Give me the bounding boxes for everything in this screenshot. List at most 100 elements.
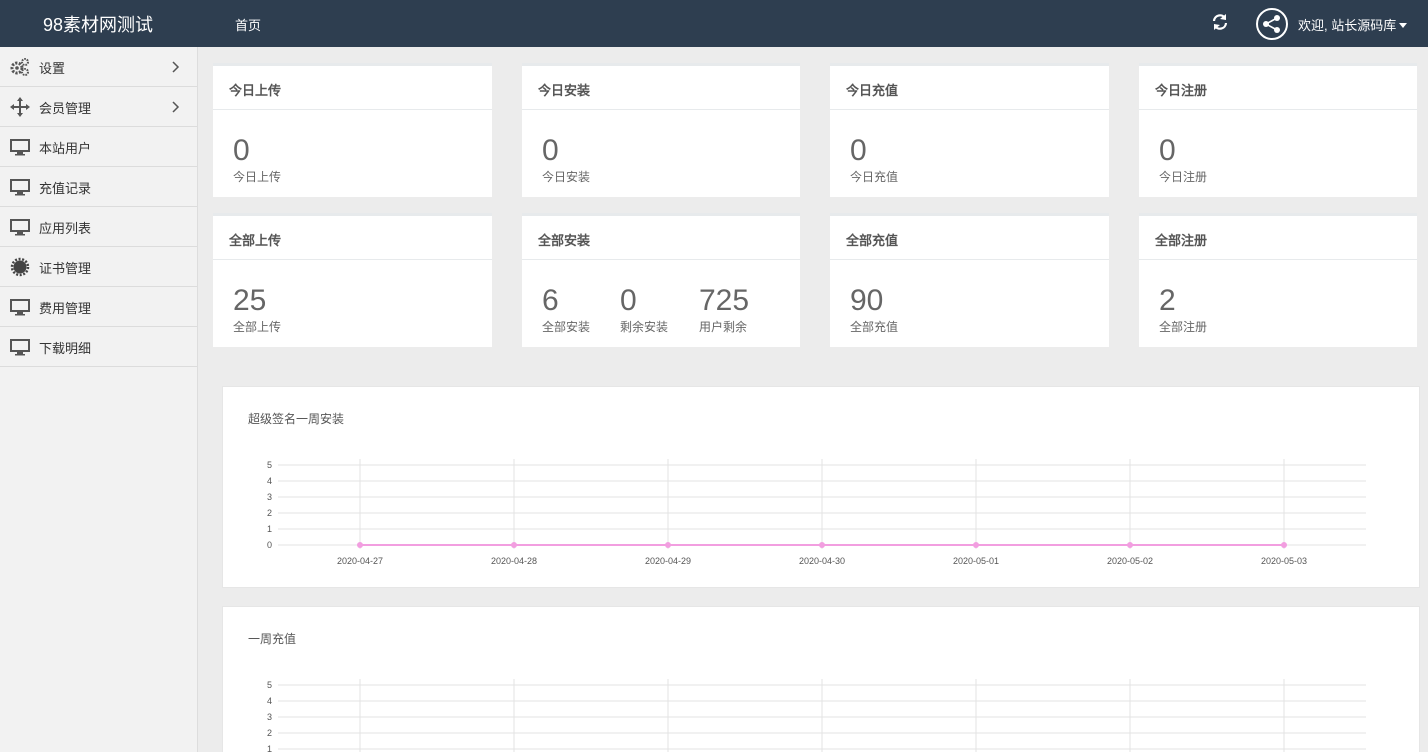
y-tick-label: 5 bbox=[267, 680, 272, 690]
stat-label: 今日安装 bbox=[542, 170, 591, 184]
card-today-upload: 今日上传 0 今日上传 bbox=[213, 63, 492, 197]
gears-icon bbox=[10, 57, 30, 77]
welcome-text: 欢迎, 站长源码库 bbox=[1298, 18, 1397, 33]
y-tick-label: 5 bbox=[267, 460, 272, 470]
stat-value: 0 bbox=[233, 134, 250, 167]
sidebar-item-label: 充值记录 bbox=[39, 181, 92, 196]
sidebar-item-label: 本站用户 bbox=[39, 141, 92, 156]
y-tick-label: 1 bbox=[267, 524, 272, 534]
top-navbar: 98素材网测试 首页 欢迎, 站长源码库 bbox=[0, 0, 1428, 47]
x-tick-label: 2020-05-02 bbox=[1107, 556, 1153, 566]
stat-value: 0 bbox=[1159, 134, 1176, 167]
data-point bbox=[1127, 542, 1133, 548]
monitor-icon bbox=[10, 337, 30, 357]
chart-panel-weekly-recharge: 一周充值 123452020-04-272020-04-282020-04-29… bbox=[222, 606, 1420, 752]
data-point bbox=[357, 542, 363, 548]
nav-home-link[interactable]: 首页 bbox=[235, 15, 261, 34]
y-tick-label: 2 bbox=[267, 508, 272, 518]
y-tick-label: 0 bbox=[267, 540, 272, 550]
card-all-upload: 全部上传 25 全部上传 bbox=[213, 213, 492, 347]
y-tick-label: 2 bbox=[267, 728, 272, 738]
card-today-install: 今日安装 0 今日安装 bbox=[522, 63, 800, 197]
data-point bbox=[665, 542, 671, 548]
stat: 25 全部上传 bbox=[233, 286, 281, 335]
sidebar-item-label: 应用列表 bbox=[39, 221, 92, 236]
stat-value: 90 bbox=[850, 284, 884, 317]
sidebar-item-settings[interactable]: 设置 bbox=[0, 47, 197, 87]
stat-installs: 6 全部安装 bbox=[542, 286, 590, 335]
stat: 2 全部注册 bbox=[1159, 286, 1207, 335]
sidebar-item-label: 证书管理 bbox=[39, 261, 92, 276]
data-point bbox=[973, 542, 979, 548]
sidebar-item-label: 会员管理 bbox=[39, 101, 92, 116]
stat: 0 今日上传 bbox=[233, 136, 281, 185]
y-tick-label: 4 bbox=[267, 696, 272, 706]
stat: 0 今日注册 bbox=[1159, 136, 1207, 185]
stat-label: 剩余安装 bbox=[620, 320, 669, 334]
y-tick-label: 4 bbox=[267, 476, 272, 486]
y-tick-label: 3 bbox=[267, 492, 272, 502]
x-tick-label: 2020-05-01 bbox=[953, 556, 999, 566]
card-all-install: 全部安装 6 全部安装 0 剩余安装 725 用户剩余 bbox=[522, 213, 800, 347]
stat: 90 全部充值 bbox=[850, 286, 898, 335]
y-tick-label: 1 bbox=[267, 744, 272, 752]
sidebar-item-label: 费用管理 bbox=[39, 301, 92, 316]
certificate-icon bbox=[10, 257, 30, 277]
card-all-recharge: 全部充值 90 全部充值 bbox=[830, 213, 1109, 347]
chart-panel-weekly-install: 超级签名一周安装 0 1 2 3 4 5 2020-04-27 2020-04-28 2020-… bbox=[222, 386, 1420, 588]
stat-value: 25 bbox=[233, 284, 267, 317]
card-title: 今日充值 bbox=[830, 66, 1109, 110]
card-title: 全部上传 bbox=[213, 216, 492, 260]
sidebar-item-app-list[interactable]: 应用列表 bbox=[0, 207, 197, 247]
stat-value: 2 bbox=[1159, 284, 1176, 317]
card-title: 全部充值 bbox=[830, 216, 1109, 260]
stat-label: 今日注册 bbox=[1159, 170, 1208, 184]
card-today-register: 今日注册 0 今日注册 bbox=[1139, 63, 1417, 197]
data-point bbox=[1281, 542, 1287, 548]
share-avatar-icon[interactable] bbox=[1256, 8, 1288, 40]
x-tick-label: 2020-04-30 bbox=[799, 556, 845, 566]
sidebar-item-member-management[interactable]: 会员管理 bbox=[0, 87, 197, 127]
stat-value: 6 bbox=[542, 284, 559, 317]
stat-value: 0 bbox=[850, 134, 867, 167]
card-title: 全部安装 bbox=[522, 216, 800, 260]
sidebar-item-site-users[interactable]: 本站用户 bbox=[0, 127, 197, 167]
stat-value: 725 bbox=[699, 284, 750, 317]
card-all-register: 全部注册 2 全部注册 bbox=[1139, 213, 1417, 347]
stat-label: 全部安装 bbox=[542, 320, 591, 334]
card-title: 今日上传 bbox=[213, 66, 492, 110]
card-title: 全部注册 bbox=[1139, 216, 1417, 260]
x-tick-label: 2020-04-29 bbox=[645, 556, 691, 566]
card-title: 今日注册 bbox=[1139, 66, 1417, 110]
stat-remaining-installs: 0 剩余安装 bbox=[620, 286, 668, 335]
stat-label: 今日上传 bbox=[233, 170, 282, 184]
stat-value: 0 bbox=[620, 284, 637, 317]
user-menu[interactable]: 欢迎, 站长源码库 bbox=[1298, 15, 1408, 34]
stat: 0 今日充值 bbox=[850, 136, 898, 185]
chevron-right-icon bbox=[170, 99, 182, 115]
sidebar-item-label: 下载明细 bbox=[39, 341, 92, 356]
caret-down-icon bbox=[1399, 23, 1408, 28]
sidebar-item-label: 设置 bbox=[39, 61, 66, 76]
stat-label: 今日充值 bbox=[850, 170, 899, 184]
stat: 0 今日安装 bbox=[542, 136, 590, 185]
refresh-icon[interactable] bbox=[1210, 11, 1230, 33]
data-point bbox=[511, 542, 517, 548]
sidebar-item-recharge-records[interactable]: 充值记录 bbox=[0, 167, 197, 207]
stat-user-remaining: 725 用户剩余 bbox=[699, 286, 749, 335]
x-tick-label: 2020-04-27 bbox=[337, 556, 383, 566]
weekly-recharge-chart: 123452020-04-272020-04-282020-04-292020-… bbox=[267, 679, 1366, 752]
sidebar-item-certificate-management[interactable]: 证书管理 bbox=[0, 247, 197, 287]
sidebar-item-download-details[interactable]: 下载明细 bbox=[0, 327, 197, 367]
brand-title[interactable]: 98素材网测试 bbox=[43, 11, 153, 37]
move-arrows-icon bbox=[10, 97, 30, 117]
data-point bbox=[819, 542, 825, 548]
stat-label: 全部注册 bbox=[1159, 320, 1208, 334]
x-tick-label: 2020-04-28 bbox=[491, 556, 537, 566]
stat-value: 0 bbox=[542, 134, 559, 167]
monitor-icon bbox=[10, 297, 30, 317]
sidebar-item-fee-management[interactable]: 费用管理 bbox=[0, 287, 197, 327]
weekly-install-chart: 0 1 2 3 4 5 2020-04-27 2020-04-28 2020-04-29 2020… bbox=[267, 459, 1366, 566]
stat-label: 全部上传 bbox=[233, 320, 282, 334]
monitor-icon bbox=[10, 137, 30, 157]
